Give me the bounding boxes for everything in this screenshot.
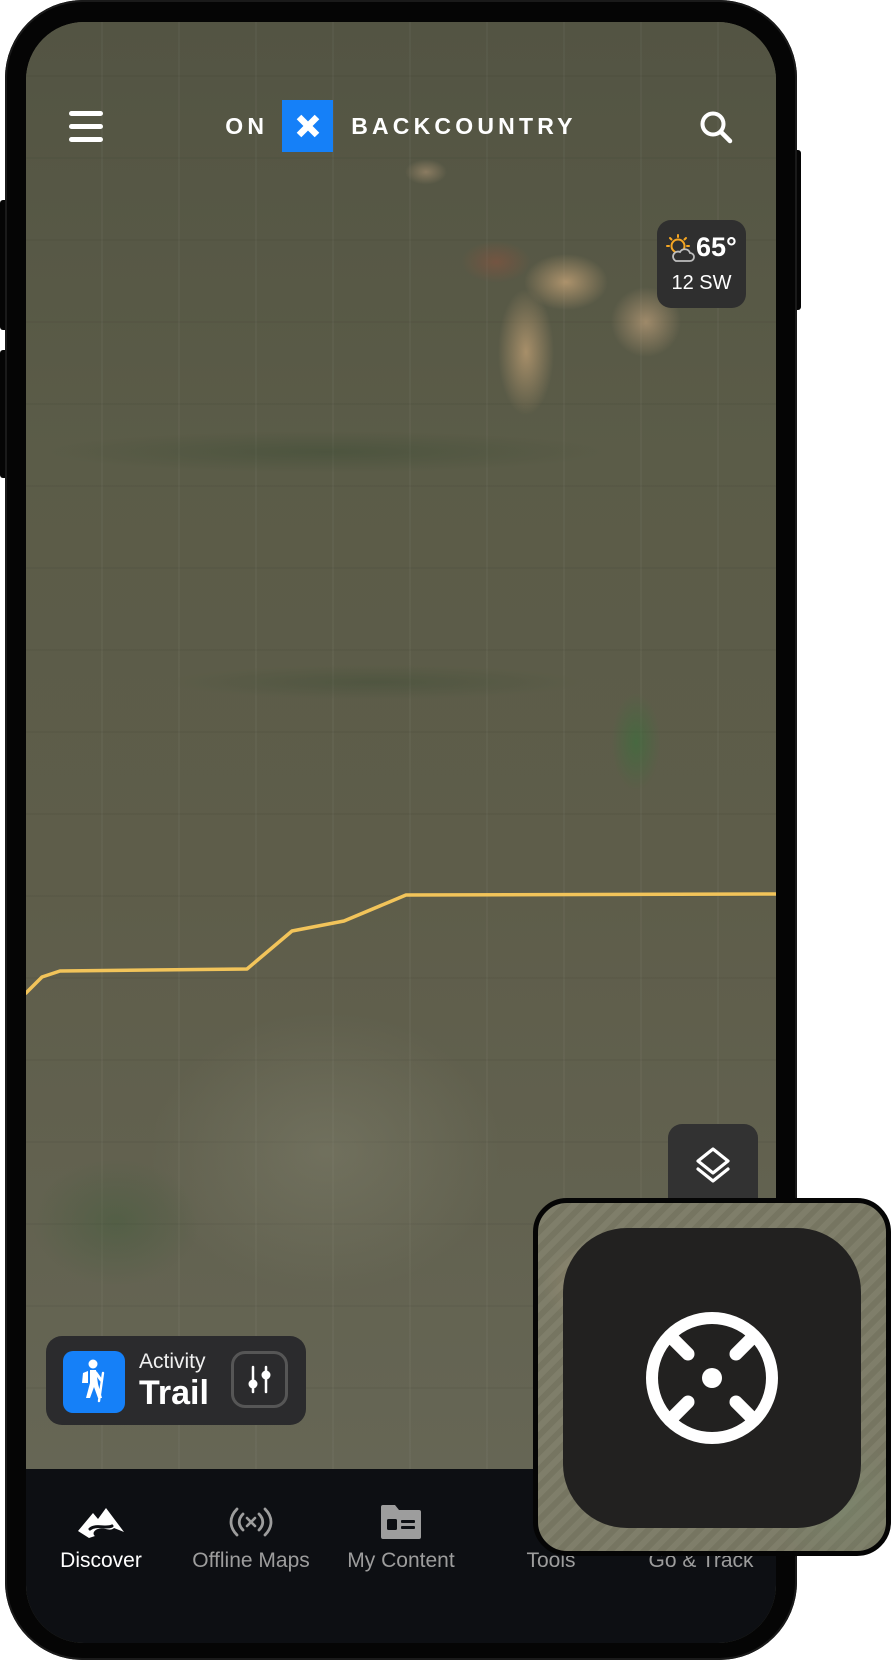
app-logo: ON BACKCOUNTRY xyxy=(26,100,776,152)
offline-signal-icon xyxy=(229,1507,273,1537)
folder-icon xyxy=(381,1505,421,1539)
nav-discover[interactable]: Discover xyxy=(26,1469,176,1589)
temperature: 65° xyxy=(696,232,737,262)
partly-sunny-icon xyxy=(666,234,695,262)
trail-line[interactable] xyxy=(26,892,776,995)
sliders-icon xyxy=(248,1365,271,1394)
hiker-icon xyxy=(82,1359,105,1403)
recenter-crosshair-icon xyxy=(646,1312,778,1444)
search-icon xyxy=(700,111,733,144)
nav-my-content[interactable]: My Content xyxy=(326,1469,476,1589)
wind-reading: 12 SW xyxy=(671,272,732,294)
nav-offline-maps[interactable]: Offline Maps xyxy=(176,1469,326,1589)
layers-icon xyxy=(696,1147,730,1183)
nav-label: Offline Maps xyxy=(192,1549,310,1572)
activity-selector[interactable]: Activity Trail xyxy=(46,1336,306,1425)
activity-filter-button[interactable] xyxy=(231,1351,288,1408)
nav-label: My Content xyxy=(347,1549,455,1572)
weather-widget[interactable]: 65° 12 SW xyxy=(657,220,746,308)
zoom-inset-callout xyxy=(533,1198,891,1556)
activity-value: Trail xyxy=(139,1374,209,1412)
x-mark-icon xyxy=(296,114,319,138)
logo-text-backcountry: BACKCOUNTRY xyxy=(351,112,577,139)
search-button[interactable] xyxy=(700,104,736,144)
nav-label: Discover xyxy=(60,1549,142,1572)
activity-label: Activity xyxy=(139,1350,206,1373)
activity-icon-tile xyxy=(63,1351,125,1413)
logo-x-mark xyxy=(282,100,334,152)
logo-text-on: ON xyxy=(225,112,269,139)
recenter-location-button[interactable] xyxy=(563,1228,861,1528)
discover-mountains-icon xyxy=(78,1508,124,1538)
